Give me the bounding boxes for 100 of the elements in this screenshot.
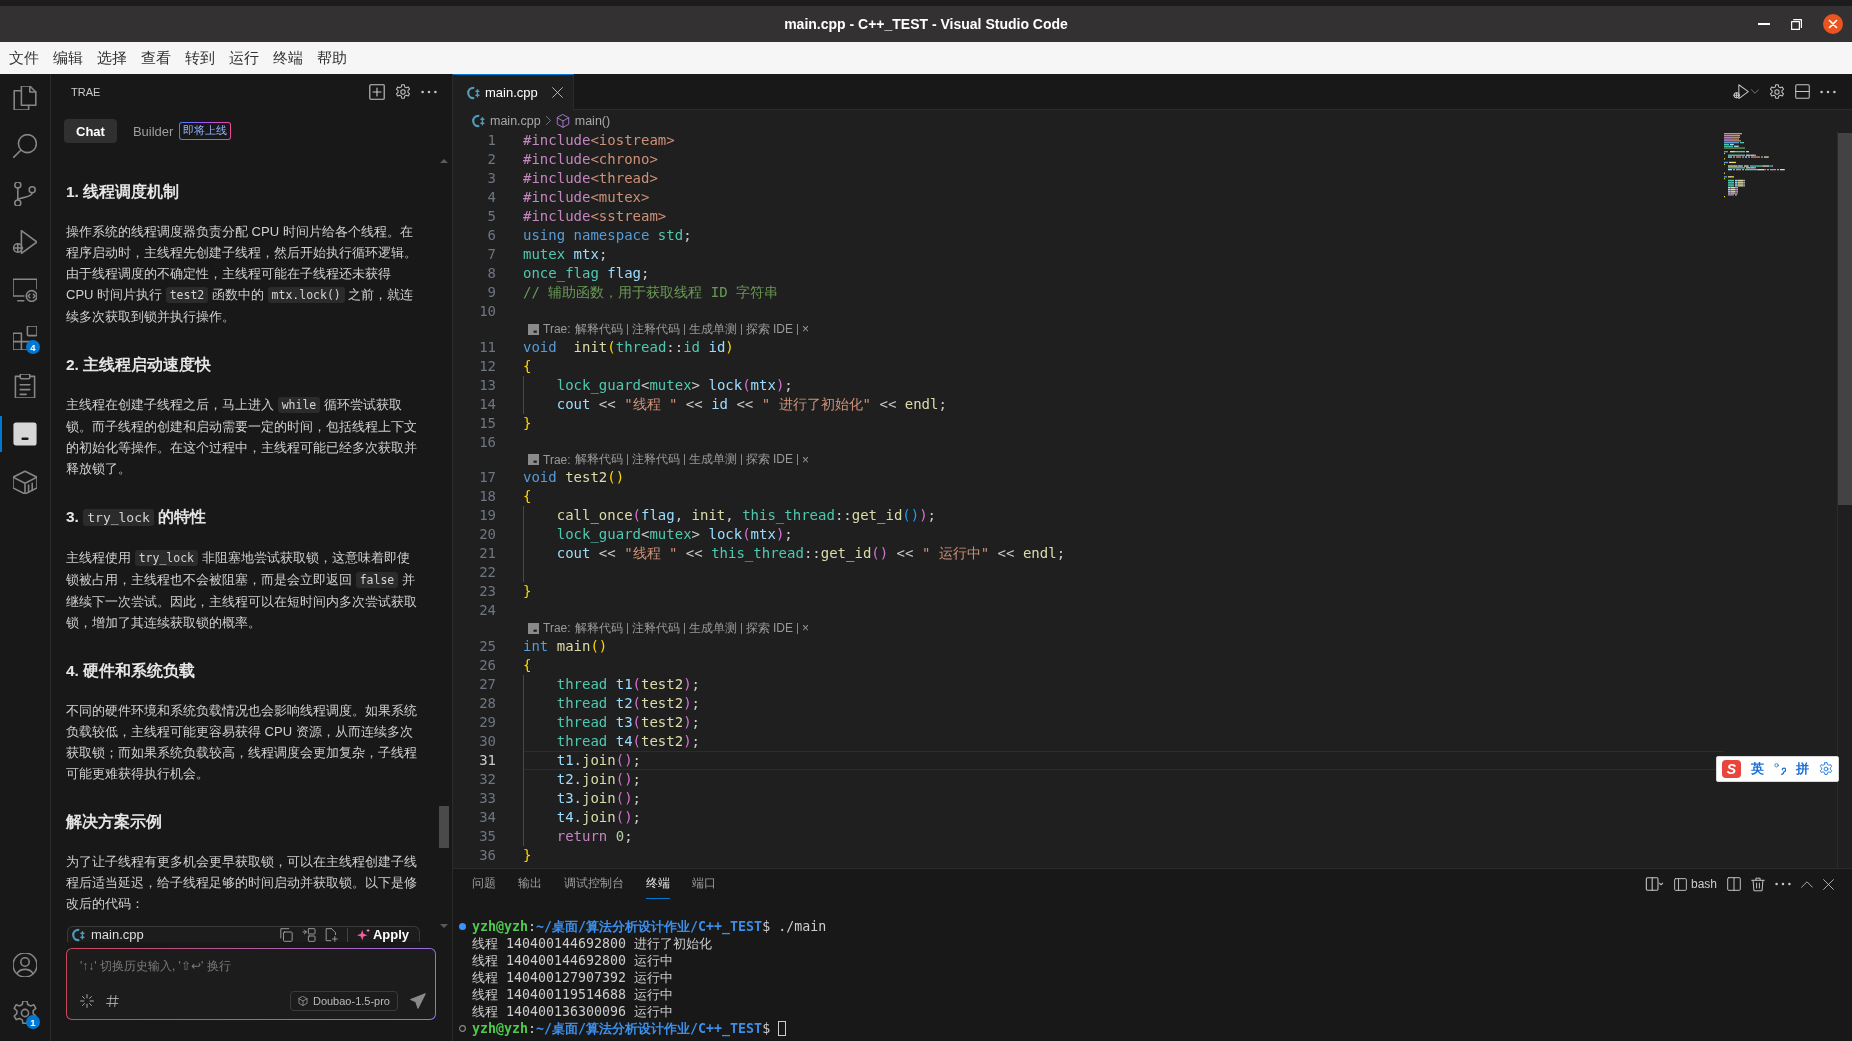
section-heading: 2. 主线程启动速度快 <box>66 355 213 375</box>
codelens-action[interactable]: 解释代码 <box>574 320 623 338</box>
extensions-icon[interactable] <box>13 326 37 350</box>
run-debug-icon[interactable] <box>1733 83 1749 100</box>
insert-icon[interactable] <box>301 927 316 942</box>
trash-icon[interactable] <box>1751 876 1765 892</box>
caret-icon[interactable] <box>1751 89 1759 94</box>
code-line: void init(thread::id id) <box>523 337 734 357</box>
message-paragraph: 不同的硬件环境和系统负载情况也会影响线程调度。如果系统负载较低，主线程可能更容易获得 CPU 资源，从而连续多次获取锁；而如果系统负载较高，线程调度会更加复杂，子线程可能更难获得执行机会。 <box>66 702 418 783</box>
ime-input-mode[interactable]: 拼 <box>1796 760 1809 778</box>
codelens-close[interactable]: × <box>801 322 809 337</box>
clipboard-icon[interactable] <box>13 374 37 398</box>
scrollbar-thumb[interactable] <box>1838 133 1852 505</box>
menu-item[interactable]: 查看 <box>141 48 171 68</box>
panel-tab[interactable]: 调试控制台 <box>564 869 624 899</box>
codelens-action[interactable]: 解释代码 <box>574 619 623 637</box>
new-chat-icon[interactable] <box>369 84 385 100</box>
scroll-down-icon[interactable] <box>439 924 448 928</box>
panel-tab[interactable]: 终端 <box>646 869 670 899</box>
panel-icon[interactable] <box>13 422 37 446</box>
layout-icon[interactable] <box>1644 877 1664 891</box>
scrollbar-thumb[interactable] <box>438 806 449 848</box>
line-number: 2 <box>486 150 496 169</box>
run-debug-icon[interactable] <box>13 230 37 254</box>
codelens-action[interactable]: 注释代码 <box>631 451 680 469</box>
code-line: cout << "线程 " << this_thread::get_id() << " 运行中" << endl; <box>556 544 1066 563</box>
close-icon[interactable] <box>551 87 563 98</box>
terminal-line: 线程 140400144692800 运行中 <box>472 952 674 969</box>
hash-icon[interactable] <box>106 994 119 1008</box>
punctuation-icon[interactable] <box>1774 763 1786 775</box>
codelens-action[interactable]: 注释代码 <box>631 619 680 637</box>
codelens-action[interactable]: 注释代码 <box>631 320 680 338</box>
chevron-up-icon[interactable] <box>1801 880 1813 888</box>
close-icon[interactable] <box>1823 878 1834 890</box>
codelens-close[interactable]: × <box>801 452 809 467</box>
more-icon[interactable] <box>421 90 437 94</box>
code-line: thread t2(test2); <box>556 693 701 713</box>
scroll-up-icon[interactable] <box>439 159 448 163</box>
menu-item[interactable]: 帮助 <box>317 48 347 68</box>
codelens-action[interactable]: 探索 IDE <box>745 619 793 637</box>
search-icon[interactable] <box>13 134 37 158</box>
minimap-drawing <box>1724 133 1785 198</box>
code-line: thread t4(test2); <box>556 731 701 751</box>
menu-item[interactable]: 编辑 <box>53 48 83 68</box>
menu-item[interactable]: 终端 <box>273 48 303 68</box>
message-paragraph: 主线程使用 try_lock 非阻塞地尝试获取锁，这意味着即使锁被占用，主线程也不会被阻塞，而是会立即返回 false 并继续下一次尝试。因此，主线程可以在短时间内多次尝试获取锁，增加了其连续获取锁的概率。 <box>66 549 418 632</box>
status-dot-icon[interactable] <box>459 923 466 930</box>
source-control-icon[interactable] <box>13 182 37 206</box>
line-number: 13 <box>478 375 496 395</box>
settings-icon[interactable] <box>395 84 411 100</box>
panel-tab[interactable]: 输出 <box>518 869 542 899</box>
settings-icon[interactable] <box>13 1001 37 1025</box>
codelens-action[interactable]: 生成单测 <box>688 320 737 338</box>
ime-mode[interactable]: 英 <box>1751 760 1764 778</box>
code-line: using namespace std; <box>523 226 692 245</box>
mode-tab[interactable]: Chat <box>64 119 117 143</box>
cube-icon <box>555 113 570 128</box>
breadcrumb-item[interactable]: main() <box>555 113 611 128</box>
code-line: } <box>523 845 532 865</box>
terminal-selector[interactable]: bash <box>1673 877 1717 891</box>
codelens-action[interactable]: 探索 IDE <box>745 320 793 338</box>
split-terminal-icon[interactable] <box>1727 877 1741 891</box>
menu-item[interactable]: 文件 <box>9 48 39 68</box>
code-line: } <box>523 413 532 433</box>
apply-button[interactable]: Apply <box>356 927 409 942</box>
restore-icon[interactable] <box>1791 18 1802 30</box>
panel-tab[interactable]: 问题 <box>472 869 496 899</box>
breadcrumb-item[interactable]: main.cpp <box>471 113 541 128</box>
close-icon[interactable] <box>1823 14 1843 34</box>
settings-icon[interactable] <box>1769 83 1785 100</box>
line-number: 4 <box>486 188 496 207</box>
line-number: 14 <box>478 394 496 414</box>
sparkle-burst-icon[interactable] <box>80 994 94 1008</box>
panel-tab[interactable]: 端口 <box>692 869 716 899</box>
files-icon[interactable] <box>13 86 37 110</box>
chat-composer[interactable]: '↑↓' 切换历史输入, '⇧↩' 换行 Doubao-1.5-pro <box>66 948 436 1020</box>
editor-tab[interactable]: main.cpp <box>453 74 574 110</box>
mode-tab[interactable]: Builder 即将上线 <box>120 119 244 143</box>
new-file-icon[interactable] <box>324 927 338 942</box>
copy-icon[interactable] <box>279 927 293 942</box>
more-icon[interactable] <box>1820 89 1836 94</box>
codelens-action[interactable]: 生成单测 <box>688 619 737 637</box>
menu-item[interactable]: 选择 <box>97 48 127 68</box>
codelens-action[interactable]: 探索 IDE <box>745 451 793 469</box>
box-icon[interactable] <box>13 470 37 494</box>
send-icon[interactable] <box>410 993 426 1009</box>
codelens-action[interactable]: 生成单测 <box>688 451 737 469</box>
chat-input-field[interactable]: '↑↓' 切换历史输入, '⇧↩' 换行 <box>80 956 426 976</box>
split-editor-icon[interactable] <box>1795 84 1810 99</box>
model-selector[interactable]: Doubao-1.5-pro <box>289 991 398 1011</box>
menu-item[interactable]: 运行 <box>229 48 259 68</box>
line-number: 18 <box>478 487 496 506</box>
account-icon[interactable] <box>13 953 37 977</box>
code-line: lock_guard<mutex> lock(mtx); <box>556 525 793 544</box>
menu-item[interactable]: 转到 <box>185 48 215 68</box>
codelens-close[interactable]: × <box>801 621 809 636</box>
more-icon[interactable] <box>1775 882 1791 886</box>
status-ring-icon[interactable] <box>459 1025 466 1032</box>
codelens-action[interactable]: 解释代码 <box>574 451 623 469</box>
remote-monitor-icon[interactable] <box>13 278 37 302</box>
